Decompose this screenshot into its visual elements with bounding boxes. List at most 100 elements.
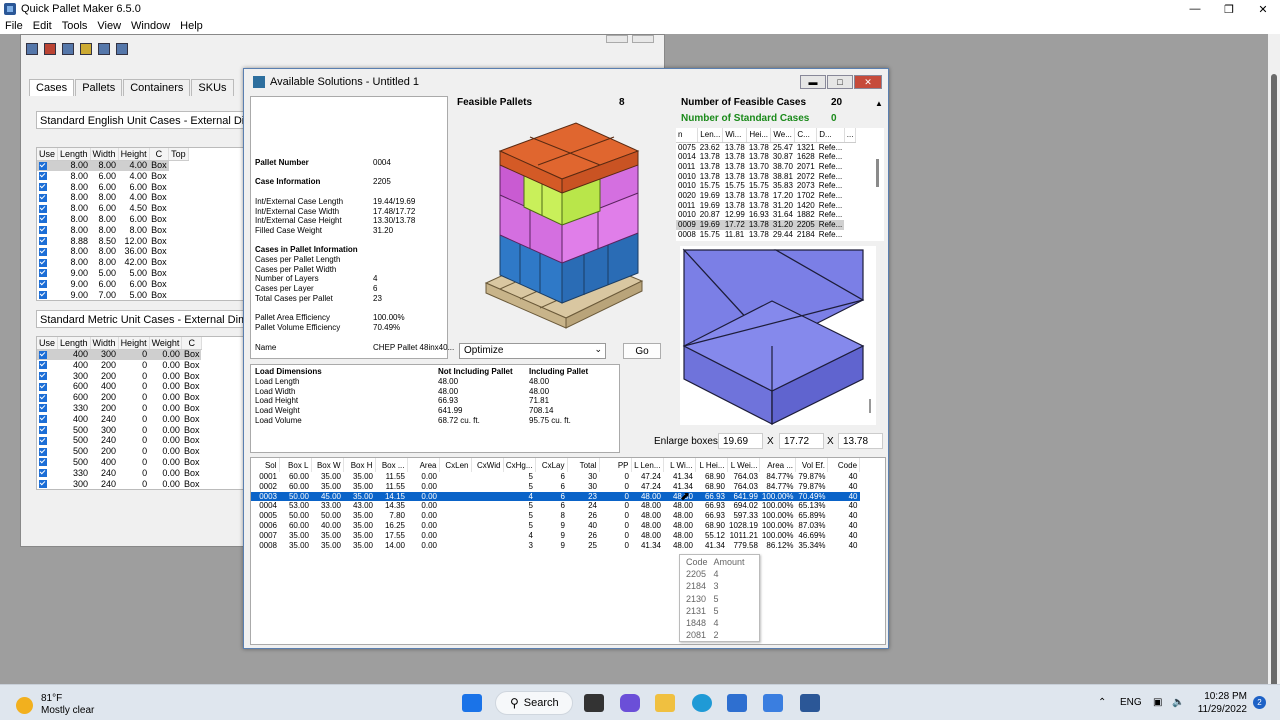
column-header[interactable]: C... <box>794 128 818 143</box>
delete-icon[interactable] <box>44 43 56 55</box>
feasible-cases-scrollbar[interactable] <box>875 144 881 254</box>
column-header[interactable]: Area ... <box>759 458 797 472</box>
table-row[interactable]: 500 300 0 0.00 Box <box>37 425 201 436</box>
use-checkbox-cell[interactable] <box>37 258 58 269</box>
use-checkbox-cell[interactable] <box>37 403 58 414</box>
use-checkbox-cell[interactable] <box>37 468 58 479</box>
table-row[interactable]: 0001 60.00 35.00 35.00 11.55 0.00 5 6 30 0 47.24 41… <box>251 472 860 482</box>
enlarge-height-input[interactable]: 13.78 <box>838 433 883 449</box>
copy-icon[interactable] <box>62 43 74 55</box>
column-header[interactable]: Sol <box>251 458 280 472</box>
checkbox-checked-icon[interactable] <box>39 280 47 289</box>
go-button[interactable]: Go <box>623 343 661 359</box>
use-checkbox-cell[interactable] <box>37 414 58 425</box>
checkbox-checked-icon[interactable] <box>39 458 47 467</box>
column-header[interactable]: Width <box>90 337 119 350</box>
use-checkbox-cell[interactable] <box>37 160 58 172</box>
checkbox-checked-icon[interactable] <box>39 226 47 235</box>
checkbox-checked-icon[interactable] <box>39 372 47 381</box>
use-checkbox-cell[interactable] <box>37 204 58 215</box>
checkbox-checked-icon[interactable] <box>39 258 47 267</box>
tab-containers[interactable]: Containers <box>123 79 191 96</box>
notification-badge[interactable]: 2 <box>1253 696 1266 709</box>
table-row[interactable]: 8.88 8.50 12.00 Box <box>37 236 188 247</box>
checkbox-checked-icon[interactable] <box>39 415 47 424</box>
use-checkbox-cell[interactable] <box>37 371 58 382</box>
checkbox-checked-icon[interactable] <box>39 469 47 478</box>
workspace-scrollbar[interactable] <box>1268 34 1280 700</box>
child-minimize-icon[interactable] <box>606 35 628 43</box>
menu-view[interactable]: View <box>97 20 121 32</box>
scrollbar-thumb[interactable] <box>1271 74 1277 700</box>
box-preview-scrollbar[interactable] <box>869 399 871 413</box>
table-row[interactable]: 500 400 0 0.00 Box <box>37 457 201 468</box>
checkbox-checked-icon[interactable] <box>39 247 47 256</box>
column-header[interactable]: CxWid <box>471 458 504 472</box>
column-header[interactable]: Box L <box>279 458 312 472</box>
table-row[interactable]: 400 300 0 0.00 Box <box>37 349 202 361</box>
column-header[interactable]: L Len... <box>631 458 664 472</box>
column-header[interactable]: Length <box>57 148 91 161</box>
column-header[interactable]: Height <box>118 148 150 161</box>
column-header[interactable]: Total <box>567 458 600 472</box>
column-header[interactable]: Use <box>37 148 59 161</box>
table-row[interactable]: 0014 13.78 13.78 13.78 30.87 1628 Refe... <box>676 152 856 162</box>
column-header[interactable]: ... <box>844 128 857 143</box>
column-header[interactable]: We... <box>770 128 796 143</box>
table-row[interactable]: 8.00 8.00 8.00 Box <box>37 225 188 236</box>
column-header[interactable]: CxHg... <box>503 458 536 472</box>
use-checkbox-cell[interactable] <box>37 247 58 258</box>
close-icon[interactable]: ✕ <box>1246 0 1280 18</box>
pallet-maker-taskbar-icon[interactable] <box>800 694 820 712</box>
checkbox-checked-icon[interactable] <box>39 382 47 391</box>
table-row[interactable]: 0008 15.75 11.81 13.78 29.44 2184 Refe... <box>676 230 856 240</box>
column-header[interactable]: Box H <box>343 458 376 472</box>
column-header[interactable]: Top <box>168 148 189 161</box>
notepad-icon[interactable] <box>763 694 783 712</box>
table-row[interactable]: 9.00 7.00 5.00 Box <box>37 290 188 300</box>
checkbox-checked-icon[interactable] <box>39 436 47 445</box>
table-row[interactable]: 9.00 5.00 5.00 Box <box>37 268 188 279</box>
table-row[interactable]: 8.00 8.00 6.00 Box <box>37 214 188 225</box>
table-row[interactable]: 0010 13.78 13.78 13.78 38.81 2072 Refe... <box>676 172 856 182</box>
column-header[interactable]: Width <box>90 148 119 161</box>
table-row[interactable]: 0011 13.78 13.78 13.70 38.70 2071 Refe... <box>676 162 856 172</box>
column-header[interactable]: Use <box>37 337 59 350</box>
tab-pallets[interactable]: Pallets <box>75 79 123 96</box>
export-icon[interactable] <box>116 43 128 55</box>
table-row[interactable]: 0075 23.62 13.78 13.78 25.47 1321 Refe... <box>676 142 856 152</box>
use-checkbox-cell[interactable] <box>37 393 58 404</box>
use-checkbox-cell[interactable] <box>37 382 58 393</box>
column-header[interactable]: Len... <box>697 128 724 143</box>
column-header[interactable]: Length <box>57 337 91 350</box>
menu-edit[interactable]: Edit <box>33 20 52 32</box>
column-header[interactable]: Box ... <box>375 458 408 472</box>
column-header[interactable]: n <box>676 128 699 143</box>
new-icon[interactable] <box>26 43 38 55</box>
column-header[interactable]: L Wi... <box>663 458 696 472</box>
use-checkbox-cell[interactable] <box>37 279 58 290</box>
table-row[interactable]: 0005 50.00 50.00 35.00 7.80 0.00 5 8 26 0 48.00 48.… <box>251 511 860 521</box>
table-row[interactable]: 0009 19.69 17.72 13.78 31.20 2205 Refe... <box>676 220 856 230</box>
feasible-cases-scroll-thumb[interactable] <box>876 159 879 187</box>
table-row[interactable]: 300 240 0 0.00 Box <box>37 479 201 489</box>
checkbox-checked-icon[interactable] <box>39 215 47 224</box>
column-header[interactable]: PP <box>599 458 632 472</box>
checkbox-checked-icon[interactable] <box>39 161 47 170</box>
table-row[interactable]: 0002 60.00 35.00 35.00 11.55 0.00 5 6 30 0 47.24 41… <box>251 482 860 492</box>
use-checkbox-cell[interactable] <box>37 479 58 489</box>
table-row[interactable]: 0006 60.00 40.00 35.00 16.25 0.00 5 9 40 0 48.00 48… <box>251 521 860 531</box>
checkbox-checked-icon[interactable] <box>39 237 47 246</box>
enlarge-length-input[interactable]: 19.69 <box>718 433 763 449</box>
table-row[interactable]: 8.00 8.00 42.00 Box <box>37 257 188 269</box>
table-row[interactable]: 330 240 0 0.00 Box <box>37 468 201 479</box>
task-view-icon[interactable] <box>584 694 604 712</box>
table-row[interactable]: 600 200 0 0.00 Box <box>37 392 201 404</box>
column-header[interactable]: Code <box>827 458 861 472</box>
column-header[interactable]: L Hei... <box>695 458 728 472</box>
checkbox-checked-icon[interactable] <box>39 393 47 402</box>
menu-help[interactable]: Help <box>180 20 203 32</box>
dialog-close-icon[interactable]: ✕ <box>854 75 882 89</box>
column-header[interactable]: Vol Ef. <box>795 458 829 472</box>
file-explorer-icon[interactable] <box>655 694 675 712</box>
